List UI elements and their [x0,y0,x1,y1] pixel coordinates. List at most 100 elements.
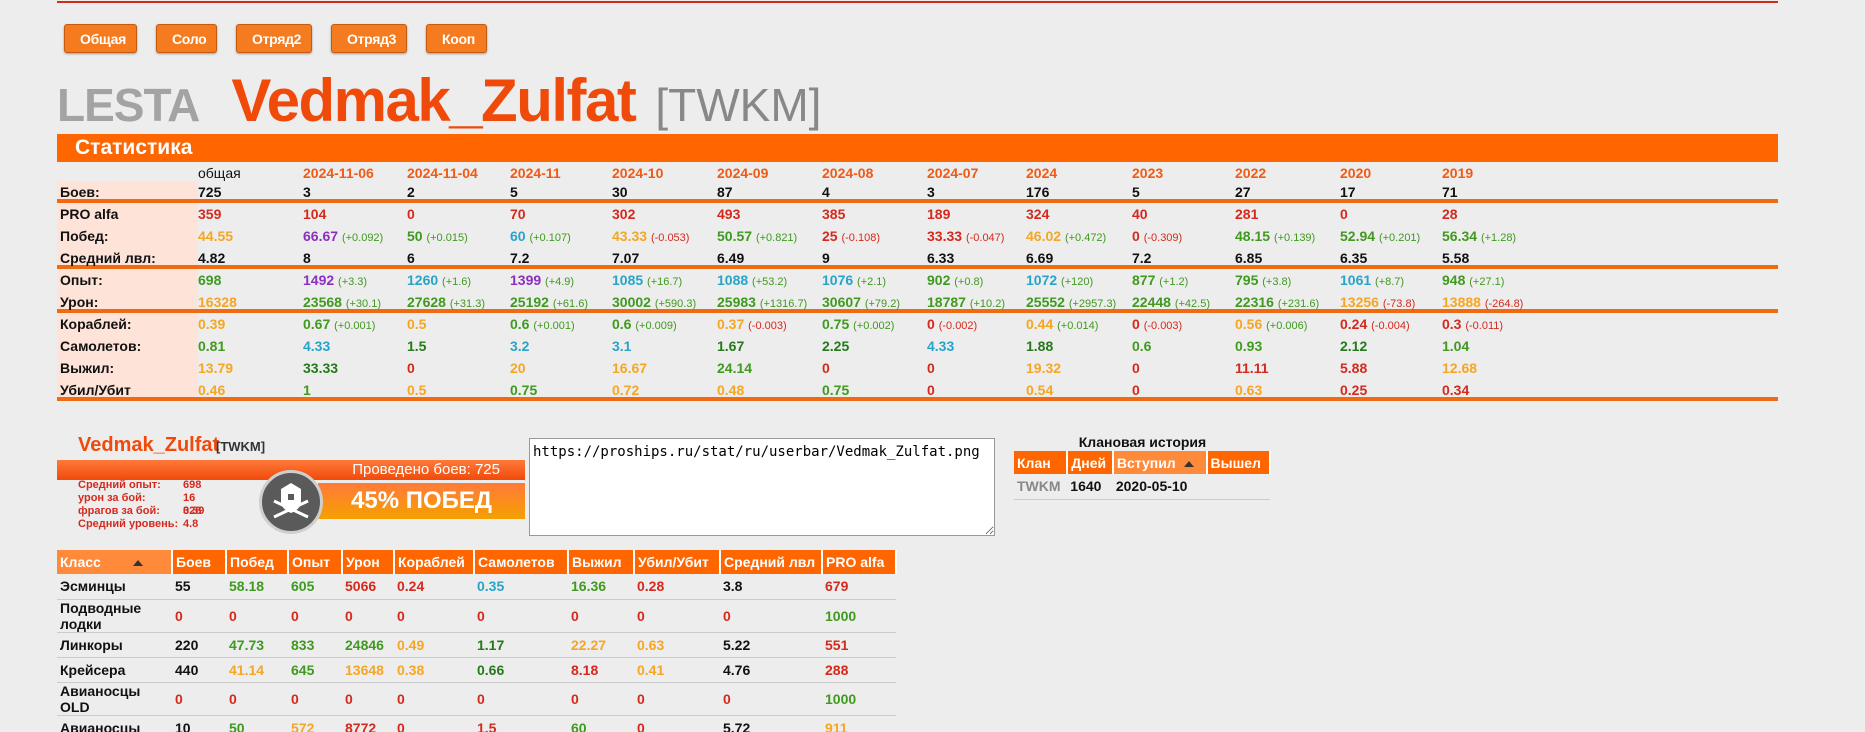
stats-delta: (+42.5) [1174,298,1210,310]
stats-cell: 0.46 [198,379,225,401]
stats-delta: (+0.002) [853,320,895,332]
tab-general[interactable]: Общая [64,24,137,53]
stats-cell: 8 [303,247,311,269]
stats-value: 7.2 [510,250,530,266]
stats-value: 19.32 [1026,360,1062,376]
joined-cell: 2020-05-10 [1112,474,1207,500]
col-days[interactable]: Дней [1067,451,1114,474]
stats-cell: 23568 (+30.1) [303,291,381,315]
class-col-header[interactable]: Класс [57,550,173,574]
stats-delta: (+16.7) [647,276,683,288]
class-cell: 288 [822,657,896,683]
tab-coop[interactable]: Кооп [426,24,487,53]
stats-value: 385 [822,206,846,222]
stats-value: 8 [303,250,311,266]
class-cell: 572 [288,715,342,732]
stats-cell: 22316 (+231.6) [1235,291,1319,315]
stats-delta: (+4.9) [545,276,575,288]
stats-column-headers: общая 2024-11-06 2024-11-04 2024-11 2024-10 2… [57,162,1778,181]
userbar-stats: Средний опыт: 698 урон за бой: 16 328 фраг… [78,479,204,531]
col-clan[interactable]: Клан [1014,451,1069,474]
stats-delta: (-0.047) [965,232,1005,244]
class-cell: 679 [822,574,896,600]
stats-cell: 40 [1132,203,1148,225]
stats-cell: 87 [717,181,733,203]
stats-delta: (+31.3) [449,298,485,310]
stats-grid: общая 2024-11-06 2024-11-04 2024-11 2024-10 2… [57,162,1778,401]
stats-cell: 0.93 [1235,335,1262,357]
stats-cell: 189 [927,203,950,225]
stats-cell: 71 [1442,181,1458,203]
class-cell: 0 [394,682,474,716]
stats-value: 6.49 [717,250,745,266]
stats-cell: 6.85 [1235,247,1262,269]
class-cell: 16.36 [568,574,634,600]
stats-value: 24.14 [717,360,753,376]
stats-delta: (+0.821) [755,232,798,244]
stats-value: 7.2 [1132,250,1152,266]
stats-cell: 0.56 (+0.006) [1235,313,1307,337]
tab-squad2[interactable]: Отряд2 [236,24,312,53]
tab-solo[interactable]: Соло [156,24,217,53]
class-col-header[interactable]: Средний лвл [720,550,823,574]
stats-cell: 44.55 [198,225,233,247]
userbar-clan-tag: [TWKM] [216,439,266,454]
stats-cell: 948 (+27.1) [1442,269,1504,293]
stats-delta: (+120) [1061,276,1094,288]
stats-delta: (-0.053) [650,232,690,244]
stats-cell: 0.39 [198,313,225,335]
userbar-url-textarea[interactable]: https://proships.ru/stat/ru/userbar/Vedm… [529,438,995,536]
class-col-header[interactable]: PRO alfa [822,550,897,574]
stats-value: 0.67 [303,316,331,332]
stats-cell: 0.34 [1442,379,1469,401]
stats-cell: 0.48 [717,379,744,401]
stats-cell: 6 [407,247,415,269]
stats-value: 0.5 [407,382,427,398]
class-col-header[interactable]: Побед [226,550,289,574]
col-left[interactable]: Вышел [1206,451,1272,474]
class-col-header[interactable]: Выжил [568,550,635,574]
stats-delta: (+10.2) [969,298,1005,310]
stats-row: Самолетов: 0.81 4.33 1.5 3.2 3.1 1.67 2.25 4.33 1… [57,335,1778,357]
stats-cell: 66.67 (+0.092) [303,225,383,249]
stats-value: 2.12 [1340,338,1368,354]
stats-delta: (+0.139) [1273,232,1316,244]
col-joined[interactable]: Вступил [1112,451,1208,474]
stats-value: 4.82 [198,250,226,266]
class-cell: 8.18 [568,657,634,683]
stats-value: 1.04 [1442,338,1470,354]
class-col-header[interactable]: Кораблей [394,550,475,574]
stats-cell: 50.57 (+0.821) [717,225,797,249]
stats-value: 30 [612,184,628,200]
class-col-header[interactable]: Опыт [288,550,343,574]
stats-cell: 1260 (+1.6) [407,269,471,293]
class-cell: 1.5 [474,715,568,732]
class-cell: 24846 [342,632,394,658]
stats-delta: (+3.8) [1262,276,1292,288]
class-col-header[interactable]: Боев [172,550,227,574]
tab-squad3[interactable]: Отряд3 [331,24,407,53]
stats-value: 1 [303,382,311,398]
stats-value: 6.33 [927,250,955,266]
class-cell: 10 [172,715,226,732]
stats-cell: 0 [822,357,830,379]
userbar-stat-label: Средний уровень: [78,518,179,530]
class-cell: 58.18 [226,574,288,600]
stats-delta: (+2.1) [857,276,887,288]
class-col-header[interactable]: Урон [342,550,395,574]
class-cell: 0.35 [474,574,568,600]
class-col-header[interactable]: Убил/Убит [634,550,721,574]
stats-value: 20 [510,360,526,376]
userbar-stat-label: Средний опыт: [78,479,161,491]
class-cell: Линкоры [57,632,172,658]
class-cell: 0 [226,599,288,633]
class-col-header[interactable]: Самолетов [474,550,569,574]
stats-cell: 16328 [198,291,237,313]
class-cell: 22.27 [568,632,634,658]
stats-cell: 324 [1026,203,1049,225]
stats-value: 176 [1026,184,1050,200]
stats-value: 795 [1235,272,1259,288]
stats-cell: 20 [510,357,526,379]
table-row: Крейсера 440 41.14 645 13648 0.38 0.66 8.18 0.41… [57,657,896,683]
stats-delta: (+2957.3) [1068,298,1117,310]
